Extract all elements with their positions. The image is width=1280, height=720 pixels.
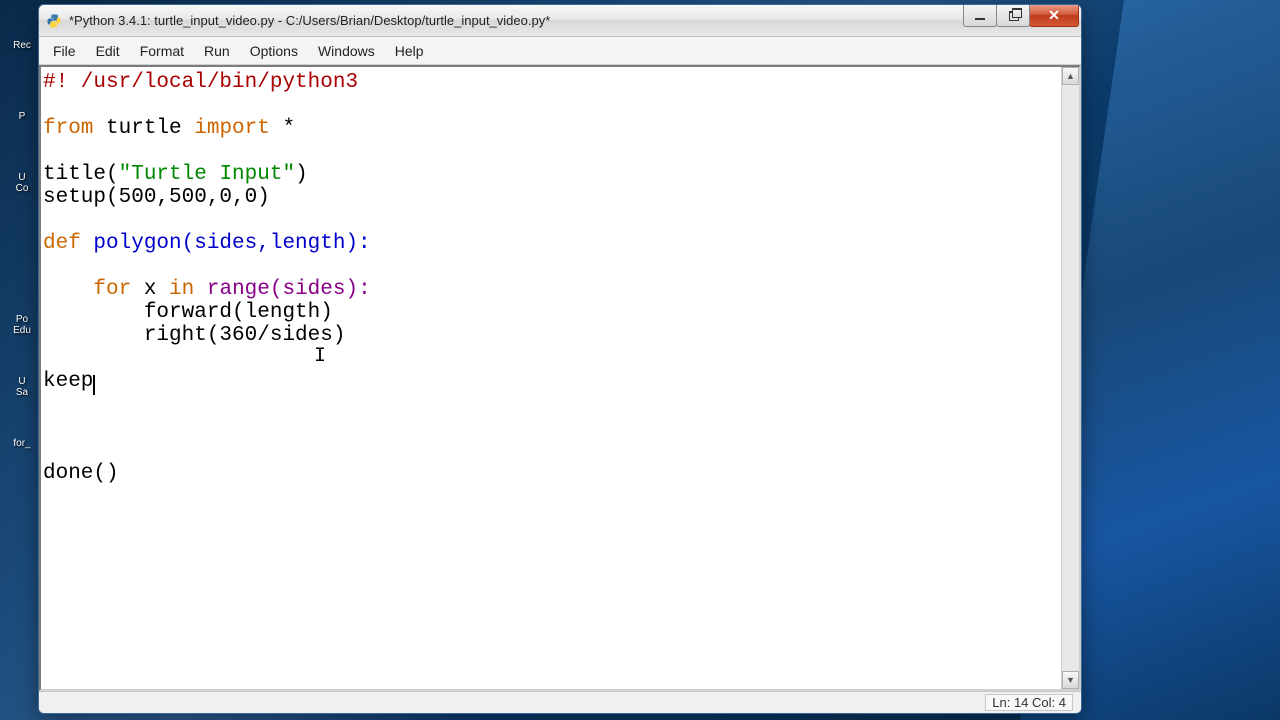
python-icon xyxy=(45,12,63,30)
statusbar: Ln: 14 Col: 4 xyxy=(39,691,1081,713)
menu-options[interactable]: Options xyxy=(240,40,308,62)
code-keyword-for: for xyxy=(93,278,131,301)
code-string: "Turtle Input" xyxy=(119,163,295,186)
menu-file[interactable]: File xyxy=(43,40,86,62)
desktop-icon[interactable]: U Sa xyxy=(2,376,42,398)
code-keyword-in: in xyxy=(169,278,194,301)
code-keyword-from: from xyxy=(43,117,93,140)
desktop-icons-strip: Rec P U Co Po Edu U Sa for_ xyxy=(2,40,42,489)
code-text: title( xyxy=(43,163,119,186)
code-shebang: #! /usr/local/bin/python3 xyxy=(43,71,358,94)
code-text: turtle xyxy=(93,117,194,140)
code-indent xyxy=(43,278,93,301)
ibeam-cursor: I xyxy=(314,345,326,368)
code-text: setup(500,500,0,0) xyxy=(43,186,270,209)
desktop-background: Rec P U Co Po Edu U Sa for_ *Python 3.4.… xyxy=(0,0,1280,720)
code-text: forward(length) xyxy=(43,301,333,324)
maximize-button[interactable] xyxy=(996,5,1030,27)
idle-window: *Python 3.4.1: turtle_input_video.py - C… xyxy=(38,4,1082,714)
desktop-icon[interactable]: for_ xyxy=(2,438,42,449)
window-title: *Python 3.4.1: turtle_input_video.py - C… xyxy=(69,13,1081,28)
menubar: File Edit Format Run Options Windows Hel… xyxy=(39,37,1081,65)
desktop-icon[interactable]: Po Edu xyxy=(2,314,42,336)
code-text: ) xyxy=(295,163,308,186)
menu-edit[interactable]: Edit xyxy=(86,40,130,62)
code-text: right(360/sides) xyxy=(43,324,345,347)
code-text: keep xyxy=(43,370,93,393)
code-text: done() xyxy=(43,462,119,485)
code-keyword-def: def xyxy=(43,232,81,255)
window-controls: ✕ xyxy=(964,5,1079,27)
vertical-scrollbar[interactable]: ▲ ▼ xyxy=(1061,67,1079,689)
code-text: x xyxy=(131,278,169,301)
desktop-icon[interactable]: U Co xyxy=(2,172,42,194)
code-funcname: polygon(sides,length): xyxy=(81,232,371,255)
scroll-up-button[interactable]: ▲ xyxy=(1062,67,1079,85)
scroll-track[interactable] xyxy=(1062,85,1079,671)
code-text: * xyxy=(270,117,295,140)
code-builtin: range(sides): xyxy=(194,278,370,301)
minimize-button[interactable] xyxy=(963,5,997,27)
menu-help[interactable]: Help xyxy=(385,40,434,62)
desktop-icon[interactable]: Rec xyxy=(2,40,42,51)
titlebar[interactable]: *Python 3.4.1: turtle_input_video.py - C… xyxy=(39,5,1081,37)
menu-run[interactable]: Run xyxy=(194,40,240,62)
status-line-col: Ln: 14 Col: 4 xyxy=(985,694,1073,711)
code-keyword-import: import xyxy=(194,117,270,140)
menu-windows[interactable]: Windows xyxy=(308,40,385,62)
close-button[interactable]: ✕ xyxy=(1029,5,1079,27)
text-cursor xyxy=(93,375,95,395)
menu-format[interactable]: Format xyxy=(130,40,194,62)
desktop-icon[interactable]: P xyxy=(2,111,42,122)
code-editor[interactable]: #! /usr/local/bin/python3 from turtle im… xyxy=(41,67,1061,689)
scroll-down-button[interactable]: ▼ xyxy=(1062,671,1079,689)
editor-container: #! /usr/local/bin/python3 from turtle im… xyxy=(39,65,1081,691)
